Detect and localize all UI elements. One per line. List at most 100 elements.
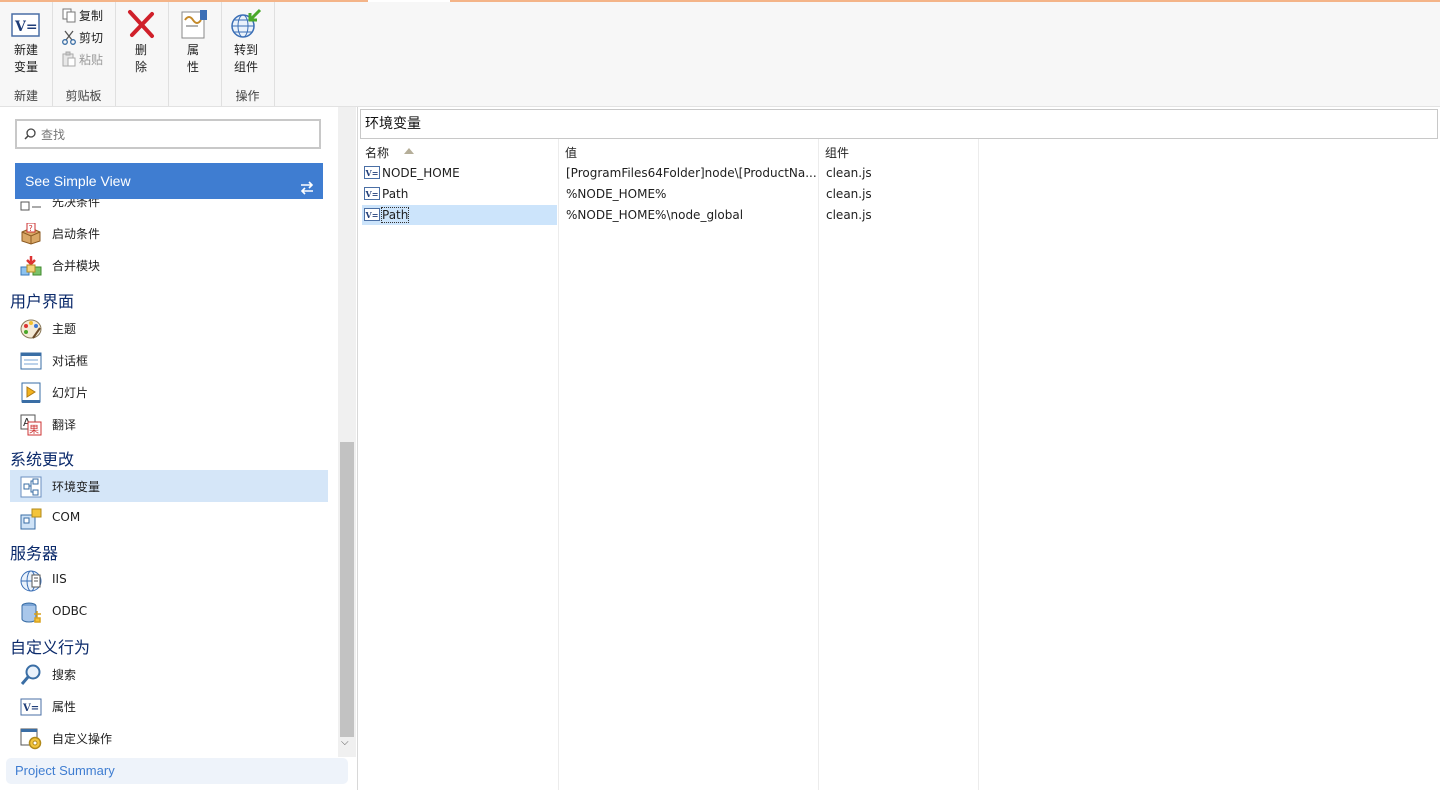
svg-text:V=: V= [365,210,379,220]
new-variable-label-2: 变量 [13,60,38,74]
nav-item-translation[interactable]: A果 翻译 [10,408,328,440]
slideshow-icon [20,382,42,404]
search-magnifier-icon [20,664,42,686]
dialog-icon [20,350,42,372]
odbc-database-icon [20,602,42,624]
properties-button[interactable]: 属 性 [171,8,215,76]
project-summary-button[interactable]: Project Summary [6,758,348,784]
page-title: 环境变量 [360,109,1438,139]
group-label-operations: 操作 [235,89,260,103]
cell-value: [ProgramFiles64Folder]node\[ProductNa... [566,166,817,180]
cell-component: clean.js [826,166,872,180]
svg-text:V=: V= [365,168,379,178]
cell-name: Path [380,207,410,223]
nav-item-label: 搜索 [52,668,77,682]
property-variable-icon: V= [20,696,42,718]
merge-modules-icon [20,255,42,277]
nav-item-prerequisites[interactable]: 先决条件 [10,199,328,217]
section-heading-custom-actions: 自定义行为 [10,638,91,657]
iis-globe-icon [20,570,42,592]
search-icon [24,128,36,140]
ribbon-group-clipboard: 复制 剪切 粘贴 剪贴板 [52,2,116,106]
goto-component-label-1: 转到 [233,43,258,57]
nav-item-merge-modules[interactable]: 合并模块 [10,249,328,281]
table-row[interactable]: V= NODE_HOME [ProgramFiles64Folder]node\… [362,163,1440,183]
see-simple-view-button[interactable]: See Simple View [15,163,323,199]
nav-item-label: 主题 [52,322,77,336]
nav-item-label: 幻灯片 [52,386,89,400]
nav-item-launch-conditions[interactable]: ? 启动条件 [10,217,328,249]
nav-item-custom-actions[interactable]: 自定义操作 [10,722,328,754]
navigation-tree: 先决条件 ? 启动条件 合并模块 用户界面 主题 对话框 幻灯片 A果 翻译 系… [0,199,338,759]
variable-icon: V= [364,166,380,179]
sidebar-scrollbar[interactable]: ⌵ [338,107,356,757]
sort-ascending-icon [404,148,414,154]
paste-button[interactable]: 粘贴 [61,50,103,70]
swap-arrows-icon [299,173,315,195]
properties-icon [177,8,209,40]
cell-value: %NODE_HOME%\node_global [566,208,744,222]
goto-component-button[interactable]: 转到 组件 [224,8,268,76]
translation-icon: A果 [20,414,42,436]
goto-component-label-2: 组件 [233,60,258,74]
environment-variables-icon [20,476,42,498]
column-header-label: 值 [565,146,578,160]
nav-item-properties[interactable]: V= 属性 [10,690,328,722]
nav-item-slideshow[interactable]: 幻灯片 [10,376,328,408]
delete-label-2: 除 [134,60,147,74]
nav-item-search[interactable]: 搜索 [10,658,328,690]
navigation-sidebar: See Simple View 先决条件 ? 启动条件 合并模块 用户界面 主题… [0,107,356,790]
scrollbar-thumb[interactable] [340,442,354,737]
search-input[interactable] [39,125,313,145]
nav-item-label: 合并模块 [52,259,101,273]
search-box[interactable] [15,119,321,149]
nav-item-label: 启动条件 [52,227,101,241]
nav-item-iis[interactable]: IIS [10,564,328,596]
cell-value: %NODE_HOME% [566,187,667,201]
paste-icon [61,51,77,67]
nav-item-environment-variables[interactable]: 环境变量 [10,470,328,502]
column-header-component[interactable]: 组件 [818,139,978,161]
cut-button[interactable]: 剪切 [61,28,103,48]
cell-name: NODE_HOME [382,166,460,180]
project-summary-label: Project Summary [15,763,115,778]
column-header-name[interactable]: 名称 [358,139,558,161]
column-header-label: 名称 [365,146,390,160]
nav-item-label: 先决条件 [52,199,101,209]
chevron-down-icon[interactable]: ⌵ [341,737,349,748]
nav-item-com[interactable]: COM [10,502,328,534]
svg-text:V=: V= [365,189,379,199]
column-header-value[interactable]: 值 [558,139,818,161]
svg-text:果: 果 [29,424,39,436]
nav-item-label: 环境变量 [52,480,101,494]
variable-icon: V= [364,187,380,200]
ribbon-group-delete: 删 除 [115,2,169,106]
com-icon [20,508,42,530]
nav-item-dialogs[interactable]: 对话框 [10,344,328,376]
svg-text:V=: V= [22,703,39,714]
nav-item-label: ODBC [52,604,88,618]
table-row[interactable]: V= Path %NODE_HOME% clean.js [362,184,1440,204]
copy-button[interactable]: 复制 [61,6,103,26]
group-label-clipboard: 剪贴板 [65,89,102,103]
ribbon-group-properties: 属 性 [168,2,222,106]
copy-icon [61,7,77,23]
nav-item-theme[interactable]: 主题 [10,312,328,344]
copy-label: 复制 [79,9,104,23]
ribbon-group-new: V= 新建 变量 新建 [0,2,53,106]
nav-item-label: 自定义操作 [52,732,113,746]
nav-item-odbc[interactable]: ODBC [10,596,328,628]
nav-item-label: COM [52,510,81,524]
table-row-selected[interactable]: V= Path %NODE_HOME%\node_global clean.js [362,205,1440,225]
theme-palette-icon [20,318,42,340]
delete-button[interactable]: 删 除 [119,8,163,76]
prerequisites-icon [20,199,42,213]
cell-component: clean.js [826,187,872,201]
ribbon-toolbar: V= 新建 变量 新建 复制 剪切 粘贴 剪贴板 删 除 属 性 转到 组件 操… [0,2,1440,107]
svg-text:V=: V= [14,19,38,35]
delete-label-1: 删 [134,43,147,57]
new-variable-button[interactable]: V= 新建 变量 [4,8,48,76]
ribbon-group-operations: 转到 组件 操作 [221,2,275,106]
nav-item-label: 对话框 [52,354,89,368]
cell-name: Path [382,187,409,201]
